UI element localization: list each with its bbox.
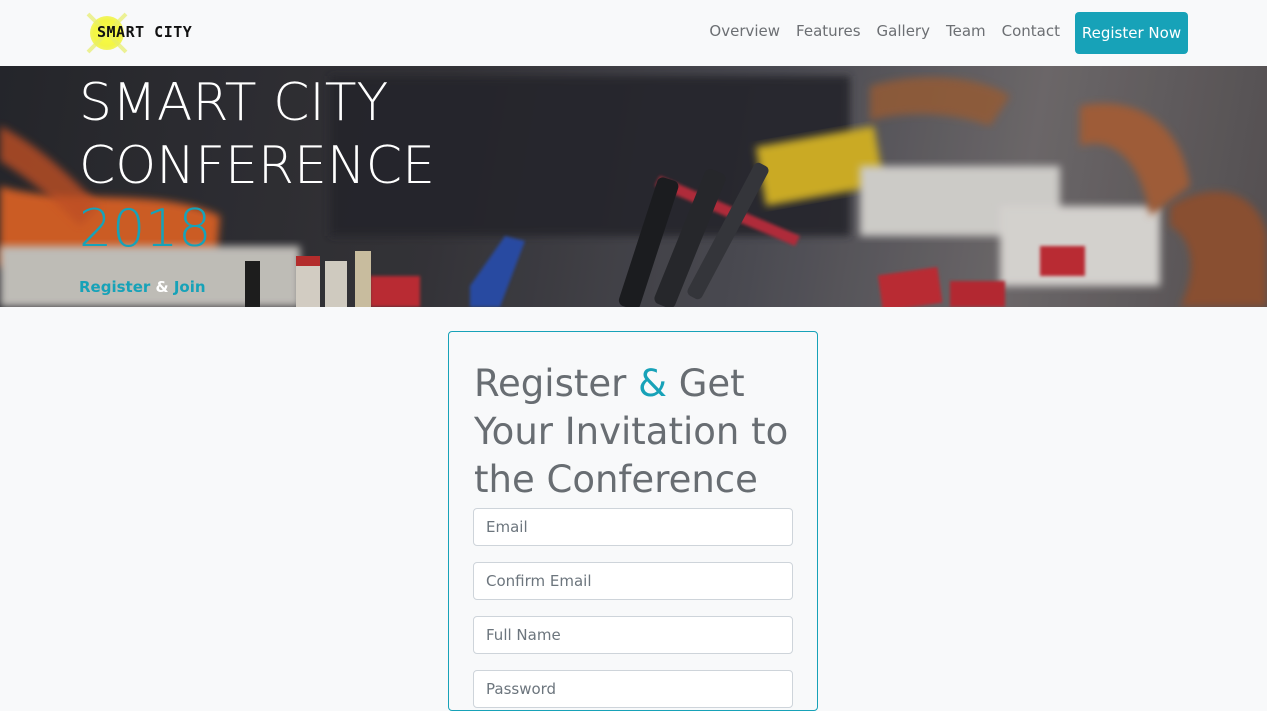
hero-year: 2018 <box>79 199 212 259</box>
confirm-email-field[interactable] <box>473 562 793 600</box>
brand-logo[interactable]: SMART CITY <box>82 12 194 54</box>
hero-title: SMART CITY CONFERENCE 2018 <box>79 72 435 261</box>
nav-link-contact[interactable]: Contact <box>994 22 1068 40</box>
registration-card: Register & Get Your Invitation to the Co… <box>448 331 818 711</box>
nav-link-features[interactable]: Features <box>788 22 869 40</box>
registration-title: Register & Get Your Invitation to the Co… <box>474 360 804 504</box>
full-name-field[interactable] <box>473 616 793 654</box>
nav-link-gallery[interactable]: Gallery <box>869 22 938 40</box>
hero-title-line2: CONFERENCE <box>79 136 435 196</box>
password-field[interactable] <box>473 670 793 708</box>
register-now-button[interactable]: Register Now <box>1075 12 1188 54</box>
email-field[interactable] <box>473 508 793 546</box>
hero-banner: SMART CITY CONFERENCE 2018 Register & Jo… <box>0 66 1267 307</box>
brand-text: SMART CITY <box>97 23 193 41</box>
hero-subtitle: Register & Join <box>79 278 206 296</box>
nav-links: Overview Features Gallery Team Contact <box>701 22 1068 40</box>
nav-link-team[interactable]: Team <box>938 22 994 40</box>
hero-sub-amp: & <box>155 278 169 296</box>
hero-sub-join: Join <box>173 278 206 296</box>
title-amp: & <box>638 362 667 405</box>
hero-sub-register: Register <box>79 278 151 296</box>
title-part1: Register <box>474 362 639 405</box>
navbar: SMART CITY Overview Features Gallery Tea… <box>0 0 1267 66</box>
nav-link-overview[interactable]: Overview <box>701 22 788 40</box>
hero-title-line1: SMART CITY <box>79 73 389 133</box>
